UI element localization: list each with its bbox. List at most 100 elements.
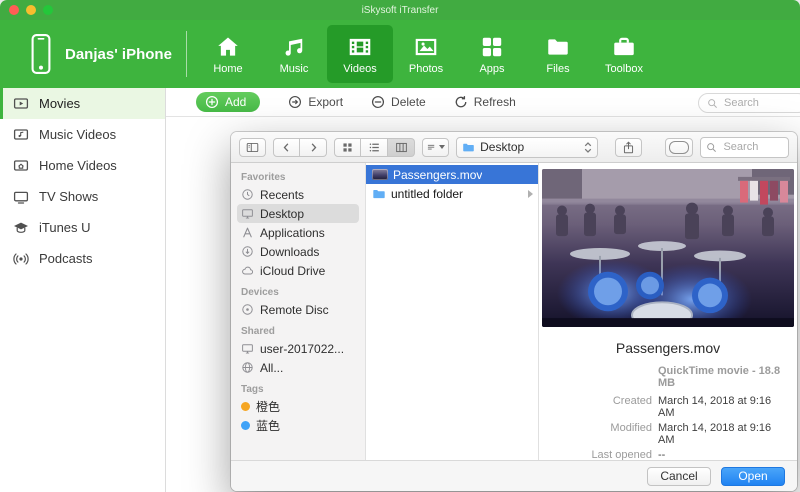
file-row-passengers[interactable]: Passengers.mov <box>366 165 538 184</box>
finder-item-applications[interactable]: Applications <box>237 223 359 242</box>
tag-capsule-icon <box>669 141 690 154</box>
devices-section-title: Devices <box>241 287 359 298</box>
file-row-untitled-folder[interactable]: untitled folder <box>366 184 538 203</box>
finder-item-downloads[interactable]: Downloads <box>237 242 359 261</box>
library-search-input[interactable] <box>722 96 799 110</box>
iphone-icon <box>28 33 54 75</box>
sidebar-item-itunes-u[interactable]: iTunes U <box>0 212 165 243</box>
open-button[interactable]: Open <box>721 467 785 486</box>
export-button[interactable]: Export <box>288 95 343 109</box>
finder-tag-orange[interactable]: 橙色 <box>237 397 359 416</box>
sidebar-item-music-videos[interactable]: Music Videos <box>0 119 165 150</box>
group-icon <box>426 141 436 154</box>
nav-toolbox[interactable]: Toolbox <box>591 25 657 83</box>
updown-chevrons-icon <box>583 141 593 154</box>
back-button[interactable] <box>273 138 300 157</box>
forward-button[interactable] <box>300 138 327 157</box>
folder-icon <box>462 141 475 154</box>
dialog-footer: Cancel Open <box>231 460 797 491</box>
sidebar-item-movies[interactable]: Movies <box>0 88 165 119</box>
finder-item-shared-all[interactable]: All... <box>237 358 359 377</box>
shared-computer-icon <box>241 342 254 355</box>
chevron-right-icon <box>307 141 320 154</box>
finder-search-input[interactable] <box>721 140 783 154</box>
videos-icon <box>346 34 374 60</box>
sidebar-item-podcasts[interactable]: Podcasts <box>0 243 165 274</box>
zoom-window-button[interactable] <box>43 5 53 15</box>
location-label: Desktop <box>480 140 577 154</box>
nav-home[interactable]: Home <box>195 25 261 83</box>
nav-videos[interactable]: Videos <box>327 25 393 83</box>
list-view-button[interactable] <box>361 138 388 157</box>
finder-toolbar: Desktop <box>231 132 797 163</box>
preview-column: Passengers.mov QuickTime movie - 18.8 MB… <box>539 163 797 460</box>
cancel-button[interactable]: Cancel <box>647 467 711 486</box>
header-divider <box>186 31 187 77</box>
minus-circle-icon <box>371 95 385 109</box>
location-popup[interactable]: Desktop <box>456 137 597 158</box>
nav-files[interactable]: Files <box>525 25 591 83</box>
group-by-button[interactable] <box>422 138 449 157</box>
column-view-button[interactable] <box>388 138 415 157</box>
finder-tag-blue[interactable]: 蓝色 <box>237 416 359 435</box>
tag-button[interactable] <box>665 138 694 157</box>
share-icon <box>622 141 635 154</box>
nav-apps[interactable]: Apps <box>459 25 525 83</box>
music-icon <box>280 34 308 60</box>
folder-chevron-icon <box>528 190 533 198</box>
view-switcher <box>334 138 415 157</box>
delete-button[interactable]: Delete <box>371 95 426 109</box>
nav-photos[interactable]: Photos <box>393 25 459 83</box>
add-button[interactable]: Add <box>196 92 260 112</box>
network-globe-icon <box>241 361 254 374</box>
finder-item-recents[interactable]: Recents <box>237 185 359 204</box>
toggle-sidebar-button[interactable] <box>239 138 266 157</box>
traffic-lights <box>9 5 53 15</box>
plus-circle-icon <box>205 95 219 109</box>
media-toolbar: Add Export Delete Refresh <box>166 88 800 117</box>
finder-item-shared-user[interactable]: user-2017022... <box>237 339 359 358</box>
library-search-field[interactable] <box>698 93 800 113</box>
video-preview-thumbnail <box>542 169 794 327</box>
refresh-icon <box>454 95 468 109</box>
finder-item-remote-disc[interactable]: Remote Disc <box>237 300 359 319</box>
tv-shows-icon <box>13 189 29 205</box>
media-sidebar: Movies Music Videos Home Videos TV Shows… <box>0 88 166 492</box>
list-view-icon <box>368 141 381 154</box>
device-name: Danjas' iPhone <box>65 46 172 63</box>
app-window: iSkysoft iTransfer Danjas' iPhone Home M… <box>0 0 800 492</box>
finder-item-icloud-drive[interactable]: iCloud Drive <box>237 261 359 280</box>
history-nav <box>273 138 327 157</box>
files-icon <box>544 34 572 60</box>
movies-icon <box>13 96 29 112</box>
search-icon <box>706 142 717 153</box>
dropdown-arrow-icon <box>439 145 445 149</box>
sidebar-item-home-videos[interactable]: Home Videos <box>0 150 165 181</box>
nav-music[interactable]: Music <box>261 25 327 83</box>
clock-icon <box>241 188 254 201</box>
share-button[interactable] <box>615 138 642 157</box>
window-titlebar: iSkysoft iTransfer <box>0 0 800 20</box>
favorites-section-title: Favorites <box>241 172 359 183</box>
apps-icon <box>478 34 506 60</box>
finder-search-field[interactable] <box>700 137 789 158</box>
window-title: iSkysoft iTransfer <box>362 5 439 16</box>
home-icon <box>214 34 242 60</box>
refresh-button[interactable]: Refresh <box>454 95 516 109</box>
podcasts-icon <box>13 251 29 267</box>
preview-filename: Passengers.mov <box>616 340 720 356</box>
music-videos-icon <box>13 127 29 143</box>
column-view-icon <box>395 141 408 154</box>
minimize-window-button[interactable] <box>26 5 36 15</box>
sidebar-toggle-icon <box>246 141 259 154</box>
itunes-u-icon <box>13 220 29 236</box>
icon-view-button[interactable] <box>334 138 361 157</box>
device-info: Danjas' iPhone <box>0 33 186 75</box>
file-column: Passengers.mov untitled folder <box>366 163 539 460</box>
tags-section-title: Tags <box>241 384 359 395</box>
sidebar-item-tv-shows[interactable]: TV Shows <box>0 181 165 212</box>
toolbox-icon <box>610 34 638 60</box>
finder-item-desktop[interactable]: Desktop <box>237 204 359 223</box>
open-file-dialog: Desktop <box>231 132 797 491</box>
close-window-button[interactable] <box>9 5 19 15</box>
